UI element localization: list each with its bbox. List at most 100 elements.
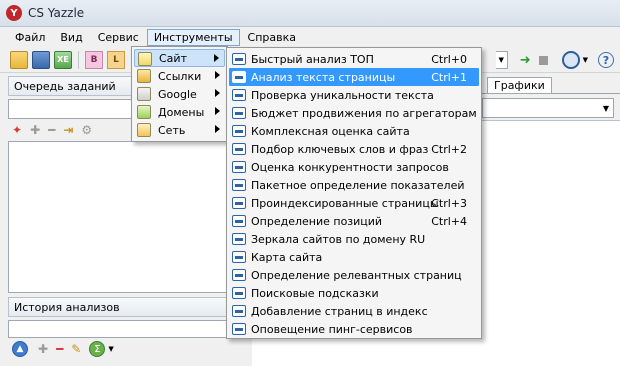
magic-wand-icon[interactable]: ✦ <box>12 123 22 137</box>
tab-graphs[interactable]: Графики <box>487 77 552 94</box>
menu-view[interactable]: Вид <box>53 29 89 46</box>
page-analysis-icon <box>232 89 246 101</box>
tools-menu-item-site[interactable]: Сайт <box>134 49 225 67</box>
globe-icon[interactable] <box>561 51 580 69</box>
site-menu-item[interactable]: Карта сайта <box>229 248 479 266</box>
site-menu-item[interactable]: Проверка уникальности текста <box>229 86 479 104</box>
menu-service[interactable]: Сервис <box>91 29 146 46</box>
tools-menu-item-domains[interactable]: Домены <box>134 103 225 121</box>
site-menu-label: Зеркала сайтов по домену RU <box>251 232 426 246</box>
site-menu-item[interactable]: Подбор ключевых слов и фраз Ctrl+2 <box>229 140 479 158</box>
submenu-arrow-icon <box>215 89 220 97</box>
site-menu-item[interactable]: Проиндексированные страницы Ctrl+3 <box>229 194 479 212</box>
page-analysis-icon <box>232 71 246 83</box>
queue-list[interactable] <box>8 141 246 293</box>
page-analysis-icon <box>232 287 246 299</box>
site-menu-item[interactable]: Оповещение пинг-сервисов <box>229 320 479 338</box>
right-combo-arrow-icon[interactable]: ▼ <box>599 99 613 117</box>
tools-menu-item-network[interactable]: Сеть <box>134 121 225 139</box>
site-menu-label: Подбор ключевых слов и фраз <box>251 142 429 156</box>
toolbar-separator <box>78 50 79 69</box>
submenu-arrow-icon <box>215 107 220 115</box>
submenu-arrow-icon <box>215 125 220 133</box>
tools-menu-label: Google <box>158 87 197 101</box>
site-menu-label: Бюджет продвижения по агрегаторам <box>251 106 477 120</box>
page-analysis-icon <box>232 251 246 263</box>
page-analysis-icon <box>232 179 246 191</box>
site-menu-item[interactable]: Поисковые подсказки <box>229 284 479 302</box>
stop-icon[interactable] <box>538 55 548 65</box>
shortcut: Ctrl+0 <box>431 53 467 66</box>
page-analysis-icon <box>232 143 246 155</box>
site-menu-label: Определение позиций <box>251 214 383 228</box>
history-remove-icon[interactable]: ━ <box>56 342 63 356</box>
site-menu-item[interactable]: Оценка конкурентности запросов <box>229 158 479 176</box>
title-bar: Y CS Yazzle <box>0 0 620 27</box>
site-menu-item[interactable]: Бюджет продвижения по агрегаторам <box>229 104 479 122</box>
start-icon[interactable]: ➜ <box>520 53 531 68</box>
app-logo-icon: Y <box>6 5 22 21</box>
page-analysis-icon <box>232 233 246 245</box>
site-icon <box>138 52 152 66</box>
site-menu-label: Быстрый анализ ТОП <box>251 52 374 66</box>
site-menu-item[interactable]: Зеркала сайтов по домену RU <box>229 230 479 248</box>
save-icon[interactable] <box>32 50 50 69</box>
b-button[interactable]: B <box>85 50 103 69</box>
page-analysis-icon <box>232 215 246 227</box>
window-title: CS Yazzle <box>28 6 85 20</box>
site-menu-item[interactable]: Добавление страниц в индекс <box>229 302 479 320</box>
site-menu-item[interactable]: Определение позиций Ctrl+4 <box>229 212 479 230</box>
site-menu-item[interactable]: Анализ текста страницы Ctrl+1 <box>229 68 479 86</box>
right-combo-box[interactable]: ▼ <box>482 98 614 118</box>
history-header: История анализов <box>8 297 246 317</box>
shortcut: Ctrl+2 <box>431 143 467 156</box>
site-menu-label: Анализ текста страницы <box>251 70 396 84</box>
remove-task-icon[interactable]: ━ <box>48 123 55 137</box>
menu-help[interactable]: Справка <box>241 29 303 46</box>
page-analysis-icon <box>232 197 246 209</box>
menu-tools[interactable]: Инструменты <box>146 28 240 46</box>
google-icon <box>137 87 151 101</box>
export-excel-icon[interactable]: XE <box>54 50 72 69</box>
menu-file[interactable]: Файл <box>8 29 52 46</box>
site-menu-item[interactable]: Пакетное определение показателей <box>229 176 479 194</box>
site-menu-label: Поисковые подсказки <box>251 286 379 300</box>
globe-dropdown-icon[interactable]: ▼ <box>583 56 588 64</box>
tools-menu-label: Сеть <box>158 123 186 137</box>
site-menu-label: Добавление страниц в индекс <box>251 304 428 318</box>
page-analysis-icon <box>232 269 246 281</box>
settings-icon[interactable]: ⚙ <box>81 123 92 137</box>
tools-menu-label: Домены <box>158 105 205 119</box>
site-menu-label: Оповещение пинг-сервисов <box>251 322 413 336</box>
history-input[interactable] <box>8 320 246 338</box>
site-menu-item[interactable]: Быстрый анализ ТОП Ctrl+0 <box>229 50 479 68</box>
site-submenu: Быстрый анализ ТОП Ctrl+0 Анализ текста с… <box>226 47 482 339</box>
site-menu-item[interactable]: Комплексная оценка сайта <box>229 122 479 140</box>
tools-menu-item-google[interactable]: Google <box>134 85 225 103</box>
open-folder-icon[interactable] <box>10 50 28 69</box>
tools-menu-item-links[interactable]: Ссылки <box>134 67 225 85</box>
page-analysis-icon <box>232 161 246 173</box>
shortcut: Ctrl+4 <box>431 215 467 228</box>
tools-menu-label: Ссылки <box>158 69 202 83</box>
toolbar-combo-arrow-icon[interactable]: ▼ <box>495 51 508 69</box>
up-arrow-icon[interactable]: ▲ <box>12 341 28 357</box>
tools-menu-label: Сайт <box>159 51 187 65</box>
page-analysis-icon <box>232 53 246 65</box>
help-icon[interactable]: ? <box>598 52 614 68</box>
l-button[interactable]: L <box>107 50 125 69</box>
sigma-icon[interactable]: Σ <box>89 341 106 357</box>
domains-icon <box>137 105 151 119</box>
site-menu-label: Проиндексированные страницы <box>251 196 439 210</box>
sigma-dropdown-icon[interactable]: ▼ <box>108 345 113 353</box>
site-menu-item[interactable]: Определение релевантных страниц <box>229 266 479 284</box>
import-icon[interactable]: ⇥ <box>63 123 73 137</box>
network-icon <box>137 123 151 137</box>
edit-icon[interactable]: ✎ <box>71 342 81 356</box>
shortcut: Ctrl+3 <box>431 197 467 210</box>
shortcut: Ctrl+1 <box>431 71 467 84</box>
page-analysis-icon <box>232 125 246 137</box>
site-menu-label: Оценка конкурентности запросов <box>251 160 449 174</box>
add-task-icon[interactable]: ✚ <box>30 123 40 137</box>
history-add-icon[interactable]: ✚ <box>38 342 48 356</box>
